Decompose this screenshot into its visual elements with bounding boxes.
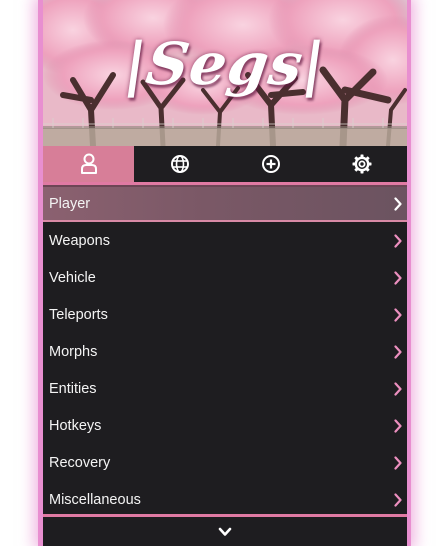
menu-item-label: Weapons <box>49 232 110 249</box>
chevron-right-icon <box>394 307 402 322</box>
globe-icon <box>170 155 189 173</box>
chevron-right-icon <box>394 233 402 248</box>
menu-option-list: Player Weapons Vehicle Teleports Morphs <box>43 185 407 518</box>
chevron-right-icon <box>394 492 402 507</box>
menu-item-player[interactable]: Player <box>43 185 407 222</box>
plus-circle-icon <box>261 155 280 173</box>
menu-item-label: Hotkeys <box>49 417 102 434</box>
chevron-right-icon <box>394 344 402 359</box>
user-icon <box>80 153 97 174</box>
chevron-right-icon <box>394 270 402 285</box>
tab-player[interactable] <box>43 146 134 182</box>
menu-item-entities[interactable]: Entities <box>43 370 407 407</box>
menu-item-label: Teleports <box>49 306 108 323</box>
scroll-down-button[interactable] <box>43 517 407 546</box>
menu-item-label: Recovery <box>49 454 111 471</box>
menu-item-teleports[interactable]: Teleports <box>43 296 407 333</box>
gear-icon <box>352 154 371 174</box>
menu-item-morphs[interactable]: Morphs <box>43 333 407 370</box>
menu-item-label: Miscellaneous <box>49 491 141 508</box>
chevron-right-icon <box>394 455 402 470</box>
menu-item-miscellaneous[interactable]: Miscellaneous <box>43 481 407 518</box>
tab-spawn[interactable] <box>225 146 316 182</box>
mod-menu-panel: |Segs| Player Weapons Vehicle Teleports … <box>43 0 407 546</box>
menu-item-vehicle[interactable]: Vehicle <box>43 259 407 296</box>
menu-item-recovery[interactable]: Recovery <box>43 444 407 481</box>
menu-item-label: Vehicle <box>49 269 96 286</box>
menu-item-label: Morphs <box>49 343 98 360</box>
menu-item-label: Player <box>49 195 91 212</box>
chevron-down-icon <box>218 527 232 536</box>
menu-title: |Segs| <box>120 30 330 98</box>
menu-item-label: Entities <box>49 380 97 397</box>
menu-item-hotkeys[interactable]: Hotkeys <box>43 407 407 444</box>
chevron-right-icon <box>394 196 402 211</box>
tab-settings[interactable] <box>316 146 407 182</box>
tab-bar <box>43 146 407 182</box>
chevron-right-icon <box>394 381 402 396</box>
header-banner: |Segs| <box>43 0 407 146</box>
menu-item-weapons[interactable]: Weapons <box>43 222 407 259</box>
chevron-right-icon <box>394 418 402 433</box>
tab-online[interactable] <box>134 146 225 182</box>
